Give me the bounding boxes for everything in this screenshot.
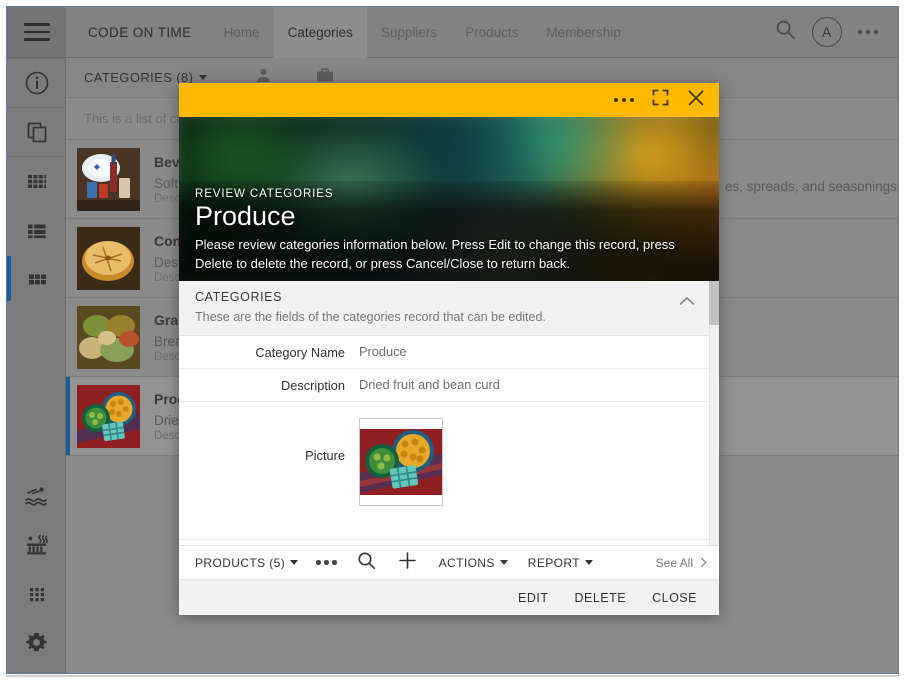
close-button[interactable]: CLOSE [652, 591, 697, 605]
list-icon [24, 217, 50, 243]
cards-icon [24, 266, 50, 292]
modal-body: CATEGORIES These are the fields of the c… [179, 281, 719, 545]
field-row-picture: Picture [179, 402, 709, 540]
thumbnail [77, 385, 140, 448]
ellipsis-icon[interactable] [316, 560, 337, 565]
field-row-description: Description Dried fruit and bean curd [179, 369, 709, 402]
section-subtitle: These are the fields of the categories r… [195, 310, 693, 324]
modal-scrollbar-thumb[interactable] [709, 281, 719, 325]
sidebar-item-duplicate[interactable] [7, 107, 66, 156]
sidebar-item-cards-view[interactable] [7, 254, 66, 303]
sidebar-item-settings[interactable] [7, 618, 66, 667]
gear-icon [23, 629, 50, 656]
chevron-down-icon [500, 560, 508, 565]
sidebar-item-list-view[interactable] [7, 205, 66, 254]
search-icon[interactable] [775, 19, 796, 45]
nav-tab-home[interactable]: Home [210, 7, 274, 58]
report-label: REPORT [528, 556, 580, 570]
menu-button[interactable] [7, 7, 66, 58]
left-sidebar [7, 7, 66, 673]
swimmer-icon [23, 483, 51, 509]
sidebar-item-grid-view[interactable] [7, 156, 66, 205]
products-toolbar: PRODUCTS (5) ACTIONS REPORT [179, 545, 719, 579]
copy-icon [24, 119, 50, 145]
ellipsis-icon[interactable] [858, 30, 879, 35]
thumbnail [77, 227, 140, 290]
hero-text-block: REVIEW CATEGORIES Produce Please review … [195, 188, 699, 273]
chevron-down-icon [290, 560, 298, 565]
chevron-down-icon[interactable] [199, 75, 207, 80]
avatar[interactable]: A [812, 17, 842, 47]
see-all-label: See All [656, 556, 693, 570]
ellipsis-icon[interactable] [614, 98, 635, 103]
actions-dropdown[interactable]: ACTIONS [439, 556, 508, 570]
field-label: Category Name [179, 344, 359, 360]
modal-description: Please review categories information bel… [195, 236, 699, 273]
top-navigation-bar: CODE ON TIME Home Categories Suppliers P… [66, 7, 898, 58]
app-brand: CODE ON TIME [66, 25, 210, 40]
sidebar-item-sauna[interactable] [7, 520, 66, 569]
chevron-up-icon[interactable] [679, 293, 695, 311]
category-picture [360, 429, 442, 495]
modal-action-bar: EDIT DELETE CLOSE [179, 579, 719, 615]
field-label: Picture [179, 410, 359, 463]
field-row-category-name: Category Name Produce [179, 336, 709, 369]
sidebar-item-info[interactable] [7, 58, 66, 107]
products-label: PRODUCTS (5) [195, 556, 285, 570]
report-dropdown[interactable]: REPORT [528, 556, 593, 570]
apps-grid-icon [24, 581, 50, 607]
field-value[interactable]: Dried fruit and bean curd [359, 377, 500, 392]
nav-tab-categories[interactable]: Categories [274, 7, 367, 58]
modal-kicker: REVIEW CATEGORIES [195, 188, 699, 200]
picture-frame [359, 418, 443, 506]
delete-button[interactable]: DELETE [574, 591, 626, 605]
search-icon[interactable] [357, 551, 376, 575]
products-dropdown[interactable]: PRODUCTS (5) [195, 556, 298, 570]
thumbnail [77, 148, 140, 211]
modal-scroll-area: CATEGORIES These are the fields of the c… [179, 281, 709, 545]
thumbnail [77, 306, 140, 369]
sidebar-item-apps[interactable] [7, 569, 66, 618]
categories-section-header: CATEGORIES These are the fields of the c… [179, 281, 709, 336]
chevron-right-icon [697, 558, 707, 568]
sauna-icon [23, 532, 51, 558]
nav-tab-suppliers[interactable]: Suppliers [367, 7, 451, 58]
list-header-title: CATEGORIES (8) [84, 70, 193, 85]
list-item-description-fragment: es, spreads, and seasonings [725, 179, 897, 194]
actions-label: ACTIONS [439, 556, 495, 570]
nav-tab-membership[interactable]: Membership [532, 7, 634, 58]
field-value[interactable]: Produce [359, 344, 407, 359]
application-window: CODE ON TIME Home Categories Suppliers P… [6, 6, 899, 674]
see-all-link[interactable]: See All [656, 556, 705, 570]
field-label: Description [179, 377, 359, 393]
sidebar-item-swimming[interactable] [7, 471, 66, 520]
close-icon[interactable] [687, 89, 705, 112]
window-shadow [6, 675, 899, 678]
picture-value[interactable] [359, 410, 443, 506]
nav-tab-products[interactable]: Products [451, 7, 532, 58]
review-categories-modal: REVIEW CATEGORIES Produce Please review … [179, 83, 719, 615]
sidebar-bottom-group [7, 471, 66, 667]
modal-title: Produce [195, 202, 699, 232]
fullscreen-icon[interactable] [652, 89, 669, 111]
info-icon [24, 70, 50, 96]
modal-titlebar [179, 83, 719, 117]
modal-scrollbar[interactable] [709, 281, 719, 545]
top-nav-right-group: A [775, 17, 899, 47]
section-title: CATEGORIES [195, 290, 693, 304]
plus-icon[interactable] [398, 551, 417, 575]
chevron-down-icon [585, 560, 593, 565]
edit-button[interactable]: EDIT [518, 591, 548, 605]
modal-hero-banner: REVIEW CATEGORIES Produce Please review … [179, 117, 719, 281]
hamburger-icon [24, 23, 50, 41]
grid-icon [24, 168, 50, 194]
